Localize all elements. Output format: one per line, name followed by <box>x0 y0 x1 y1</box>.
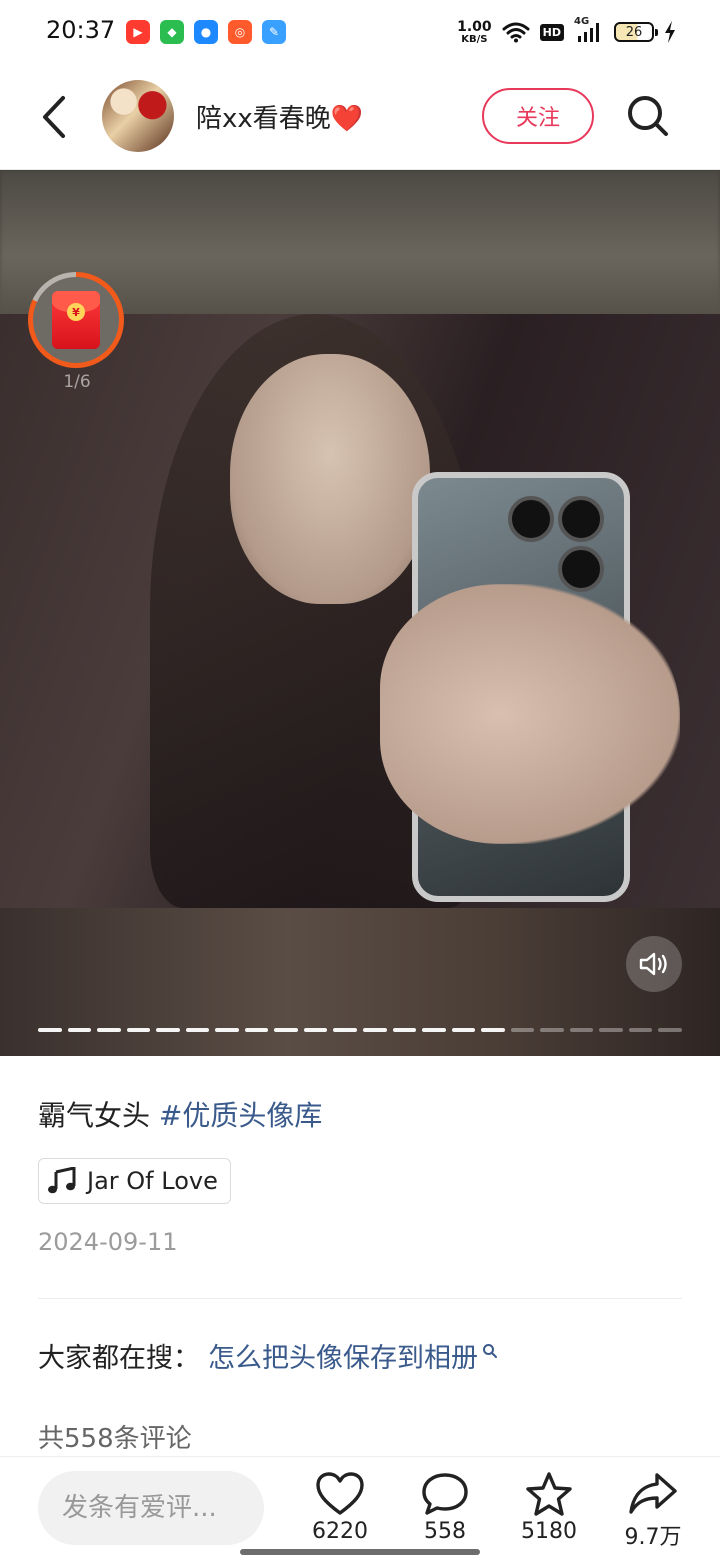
progress-segment <box>303 1028 328 1032</box>
progress-segment <box>67 1028 92 1032</box>
progress-segment <box>38 1028 62 1032</box>
music-tag[interactable]: Jar Of Love <box>38 1158 231 1204</box>
status-bar: 20:37 ▶ ◆ ● ◎ ✎ 1.00 KB/S HD 4G 26 <box>0 0 720 64</box>
progress-segment <box>392 1028 417 1032</box>
share-button[interactable]: 9.7万 <box>613 1471 693 1551</box>
progress-segment <box>244 1028 269 1032</box>
comment-button[interactable]: 558 <box>405 1471 485 1544</box>
search-icon <box>628 96 668 136</box>
media-blur-background <box>0 908 720 1056</box>
progress-segment <box>215 1028 239 1032</box>
home-indicator[interactable] <box>240 1549 480 1555</box>
network-speed: 1.00 KB/S <box>457 18 492 45</box>
progress-segment <box>658 1028 683 1032</box>
heart-icon <box>316 1472 364 1515</box>
hd-badge: HD <box>539 23 564 41</box>
back-button[interactable] <box>34 92 74 142</box>
author-username[interactable]: 陪xx看春晚❤️ <box>196 98 363 135</box>
browser-app-icon: ● <box>194 20 218 44</box>
follow-button[interactable]: 关注 <box>482 88 594 144</box>
comment-count: 558 <box>424 1519 466 1544</box>
post-caption: 霸气女头 #优质头像库 <box>38 1094 322 1134</box>
wifi-icon <box>502 22 530 43</box>
post-date: 2024-09-11 <box>38 1228 178 1256</box>
music-note-icon <box>48 1167 76 1194</box>
post-image[interactable] <box>0 314 720 908</box>
image-progress-bar <box>38 1028 683 1032</box>
progress-segment <box>599 1028 623 1032</box>
progress-segment <box>628 1028 653 1032</box>
progress-segment <box>185 1028 210 1032</box>
share-arrow-icon <box>629 1473 677 1514</box>
progress-segment <box>569 1028 594 1032</box>
like-count: 6220 <box>312 1519 368 1544</box>
progress-segment <box>333 1028 358 1032</box>
search-suggestion-label: 大家都在搜： <box>38 1343 200 1374</box>
red-envelope-icon: ¥ <box>52 291 100 349</box>
chat-bubble-icon <box>422 1473 468 1515</box>
store-app-icon: ◆ <box>160 20 184 44</box>
speaker-icon <box>639 952 667 976</box>
image-page-indicator: 1/6 <box>63 372 91 392</box>
favorite-count: 5180 <box>521 1519 577 1544</box>
volume-button[interactable] <box>626 936 682 992</box>
signal-icon: 4G <box>574 16 604 44</box>
status-indicators: 1.00 KB/S HD 4G 26 <box>457 16 676 48</box>
progress-segment <box>97 1028 121 1032</box>
caption-text: 霸气女头 <box>38 1099 159 1132</box>
favorite-button[interactable]: 5180 <box>509 1471 589 1544</box>
media-viewer[interactable]: ¥ 1/6 <box>0 170 720 1056</box>
progress-segment <box>126 1028 151 1032</box>
charging-icon <box>665 21 675 43</box>
divider <box>38 1298 682 1299</box>
comment-count-heading: 共558条评论 <box>38 1424 192 1454</box>
like-button[interactable]: 6220 <box>300 1471 380 1544</box>
notification-app-icons: ▶ ◆ ● ◎ ✎ <box>126 20 286 44</box>
author-avatar[interactable] <box>102 80 174 152</box>
progress-segment <box>363 1028 387 1032</box>
red-packet-button[interactable]: ¥ <box>28 272 124 368</box>
post-header: 陪xx看春晚❤️ 关注 <box>0 64 720 170</box>
feather-app-icon: ✎ <box>262 20 286 44</box>
progress-segment <box>156 1028 180 1032</box>
progress-segment <box>481 1028 505 1032</box>
star-icon <box>526 1472 572 1516</box>
share-count: 9.7万 <box>624 1525 682 1550</box>
progress-segment <box>510 1028 535 1032</box>
bottom-action-bar: 6220 558 5180 9.7万 <box>0 1456 720 1560</box>
progress-segment <box>540 1028 564 1032</box>
hashtag-link[interactable]: #优质头像库 <box>159 1099 322 1132</box>
search-small-icon <box>483 1343 497 1358</box>
shopping-app-icon: ◎ <box>228 20 252 44</box>
progress-segment <box>422 1028 446 1032</box>
search-button[interactable] <box>626 94 670 138</box>
comment-input[interactable] <box>38 1471 264 1545</box>
video-app-icon: ▶ <box>126 20 150 44</box>
search-suggestion: 大家都在搜： 怎么把头像保存到相册 <box>38 1336 498 1375</box>
progress-segment <box>451 1028 476 1032</box>
status-time: 20:37 <box>46 16 116 44</box>
chevron-left-icon <box>43 96 65 138</box>
battery-indicator: 26 <box>614 22 658 42</box>
music-title: Jar Of Love <box>87 1167 218 1195</box>
search-suggestion-link[interactable]: 怎么把头像保存到相册 <box>208 1336 478 1375</box>
progress-segment <box>274 1028 298 1032</box>
